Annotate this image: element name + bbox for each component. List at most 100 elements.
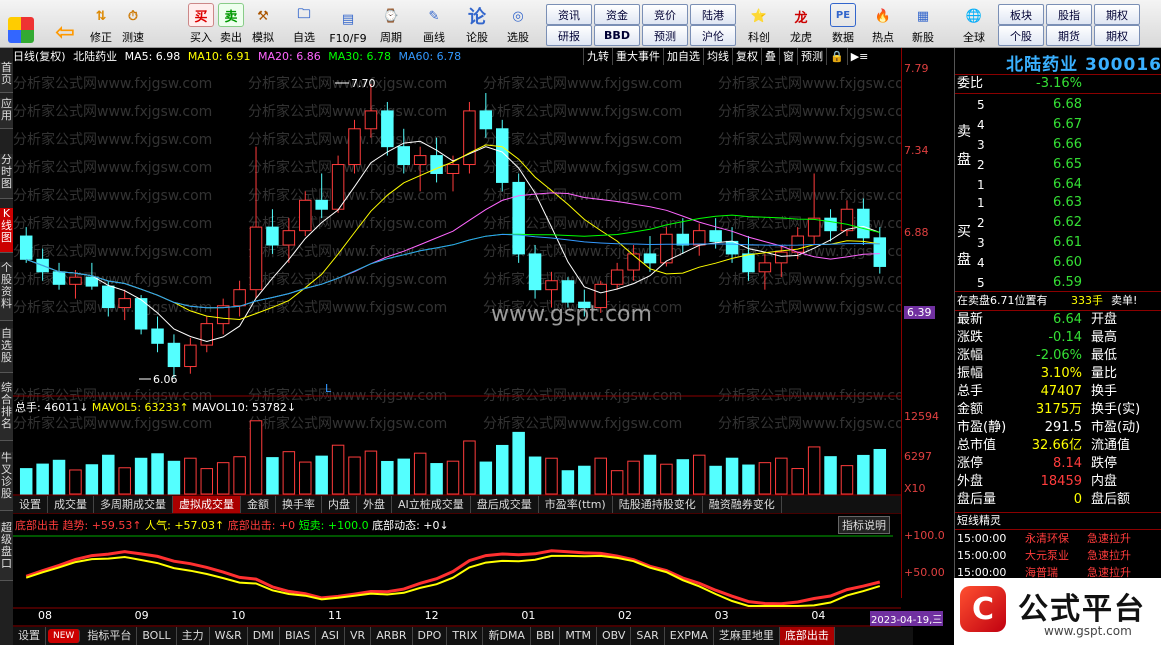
toolbar-speed-button[interactable]: ⏱ 测速 bbox=[116, 2, 150, 45]
toolbar-global-button[interactable]: 🌐 全球 bbox=[954, 2, 994, 45]
toolbar-data-button[interactable]: PE 数据 bbox=[826, 2, 860, 45]
bid-row[interactable]: 4 6.60 bbox=[955, 254, 1161, 272]
tool-add-watch[interactable]: 加自选 bbox=[663, 48, 703, 65]
ask-row[interactable]: 5 6.68 bbox=[955, 96, 1161, 114]
vtab-pe[interactable]: 市盈率(ttm) bbox=[539, 496, 613, 513]
news-button[interactable]: 资讯 bbox=[546, 4, 592, 25]
vtab-ai[interactable]: AI立桩成交量 bbox=[392, 496, 471, 513]
indicator-help-button[interactable]: 指标说明 bbox=[838, 516, 890, 534]
tab-timeshare[interactable]: 分时图 bbox=[0, 154, 13, 199]
toolbar-dragon-button[interactable]: 龙龙虎 bbox=[784, 2, 818, 45]
toolbar-star-button[interactable]: ⭐ 科创 bbox=[742, 2, 776, 45]
options2-button[interactable]: 期权 bbox=[1094, 25, 1140, 46]
tool-window[interactable]: 窗 bbox=[779, 48, 797, 65]
tab-watchlist[interactable]: 自选股 bbox=[0, 328, 13, 373]
vtab-outer[interactable]: 外盘 bbox=[357, 496, 392, 513]
ask-row[interactable]: 1 6.64 bbox=[955, 176, 1161, 194]
vtab-turnover[interactable]: 换手率 bbox=[276, 496, 322, 513]
itab-settings[interactable]: 设置 bbox=[13, 627, 46, 645]
hk-connect-button[interactable]: 陆港 bbox=[690, 4, 736, 25]
vtab-settings[interactable]: 设置 bbox=[13, 496, 48, 513]
itab-dmi[interactable]: DMI bbox=[248, 627, 280, 645]
ask-row[interactable]: 4 6.67 bbox=[955, 116, 1161, 134]
itab-platform[interactable]: 指标平台 bbox=[82, 627, 138, 645]
toolbar-buy-button[interactable]: 买买入 bbox=[186, 2, 216, 45]
tool-forecast[interactable]: 预测 bbox=[797, 48, 826, 65]
itab-custom[interactable]: 芝麻里地里 bbox=[714, 627, 780, 645]
ask-row[interactable]: 3 6.66 bbox=[955, 136, 1161, 154]
itab-bias[interactable]: BIAS bbox=[280, 627, 317, 645]
toolbar-back-button[interactable]: ⇦ bbox=[50, 2, 80, 46]
vtab-inner[interactable]: 内盘 bbox=[322, 496, 357, 513]
vtab-virtual[interactable]: 虚拟成交量 bbox=[173, 496, 241, 513]
toolbar-f10-button[interactable]: ▤ F10/F9 bbox=[326, 2, 370, 46]
futures-button[interactable]: 期货 bbox=[1046, 25, 1092, 46]
itab-dma[interactable]: 新DMA bbox=[483, 627, 531, 645]
toolbar-sell-button[interactable]: 卖卖出 bbox=[216, 2, 246, 45]
tab-super-board[interactable]: 超级盘口 bbox=[0, 522, 13, 581]
itab-arbr[interactable]: ARBR bbox=[371, 627, 413, 645]
auction-button[interactable]: 竞价 bbox=[642, 4, 688, 25]
period-label[interactable]: 日线(复权) bbox=[13, 50, 66, 63]
itab-obv[interactable]: OBV bbox=[597, 627, 632, 645]
itab-vr[interactable]: VR bbox=[345, 627, 372, 645]
funds-button[interactable]: 资金 bbox=[594, 4, 640, 25]
itab-trix[interactable]: TRIX bbox=[447, 627, 484, 645]
menu-arrow-icon[interactable]: ▶≡ bbox=[846, 48, 872, 65]
itab-dpo[interactable]: DPO bbox=[413, 627, 448, 645]
tab-diagnosis[interactable]: 牛叉诊股 bbox=[0, 452, 13, 511]
bbd-button[interactable]: BBD bbox=[594, 25, 640, 46]
vtab-amount[interactable]: 金额 bbox=[241, 496, 276, 513]
tool-adjust[interactable]: 复权 bbox=[732, 48, 761, 65]
toolbar-sim-button[interactable]: ⚒ 模拟 bbox=[248, 2, 278, 45]
toolbar-period-button[interactable]: ⌚ 周期 bbox=[372, 2, 410, 45]
tool-overlay[interactable]: 叠 bbox=[761, 48, 779, 65]
toolbar-grid-button[interactable] bbox=[6, 2, 36, 45]
tool-events[interactable]: 重大事件 bbox=[612, 48, 663, 65]
itab-wr[interactable]: W&R bbox=[210, 627, 248, 645]
itab-boll[interactable]: BOLL bbox=[137, 627, 177, 645]
toolbar-draw-button[interactable]: ✎ 画线 bbox=[416, 2, 452, 45]
itab-sar[interactable]: SAR bbox=[631, 627, 665, 645]
tool-nine-turn[interactable]: 九转 bbox=[583, 48, 612, 65]
vtab-after[interactable]: 盘后成交量 bbox=[471, 496, 539, 513]
toolbar-watchlist-button[interactable]: 🗀 自选 bbox=[286, 2, 322, 45]
tab-home[interactable]: 首页 bbox=[0, 62, 13, 93]
itab-expma[interactable]: EXPMA bbox=[665, 627, 714, 645]
bid-row[interactable]: 1 6.63 bbox=[955, 194, 1161, 212]
bid-row[interactable]: 2 6.62 bbox=[955, 214, 1161, 232]
lock-icon[interactable]: 🔒 bbox=[826, 48, 847, 65]
tab-ranking[interactable]: 综合排名 bbox=[0, 382, 13, 441]
shanghai-london-button[interactable]: 沪伦 bbox=[690, 25, 736, 46]
tool-ma[interactable]: 均线 bbox=[703, 48, 732, 65]
vtab-connect[interactable]: 陆股通持股变化 bbox=[613, 496, 703, 513]
toolbar-select-button[interactable]: ◎ 选股 bbox=[500, 2, 536, 45]
options-button[interactable]: 期权 bbox=[1094, 4, 1140, 25]
itab-main[interactable]: 主力 bbox=[177, 627, 210, 645]
tab-apps[interactable]: 应用 bbox=[0, 98, 13, 129]
toolbar-forum-button[interactable]: 论论股 bbox=[462, 2, 492, 45]
short-item[interactable]: 15:00:00 大元泵业 急速拉升 bbox=[955, 547, 1161, 564]
forecast-button[interactable]: 预测 bbox=[642, 25, 688, 46]
toolbar-fix-button[interactable]: ⇅ 修正 bbox=[86, 2, 116, 45]
itab-mtm[interactable]: MTM bbox=[560, 627, 598, 645]
ask-row[interactable]: 2 6.65 bbox=[955, 156, 1161, 174]
vtab-multi[interactable]: 多周期成交量 bbox=[94, 496, 173, 513]
kline-chart[interactable]: 分析家公式网www.fxjgsw.com 分析家公式网www.fxjgsw.com… bbox=[13, 48, 901, 645]
index-futures-button[interactable]: 股指 bbox=[1046, 4, 1092, 25]
sector-button[interactable]: 板块 bbox=[998, 4, 1044, 25]
itab-bbi[interactable]: BBI bbox=[531, 627, 561, 645]
vtab-margin[interactable]: 融资融券变化 bbox=[703, 496, 782, 513]
bid-row[interactable]: 3 6.61 bbox=[955, 234, 1161, 252]
vtab-volume[interactable]: 成交量 bbox=[48, 496, 94, 513]
toolbar-ipo-button[interactable]: ▦ 新股 bbox=[906, 2, 940, 45]
bid-row[interactable]: 5 6.59 bbox=[955, 274, 1161, 292]
itab-asi[interactable]: ASI bbox=[316, 627, 346, 645]
itab-bottom[interactable]: 底部出击 bbox=[779, 627, 835, 645]
stock-options-button[interactable]: 个股 bbox=[998, 25, 1044, 46]
toolbar-hot-button[interactable]: 🔥 热点 bbox=[866, 2, 900, 45]
short-item[interactable]: 15:00:00 永清环保 急速拉升 bbox=[955, 530, 1161, 547]
tab-stock-info[interactable]: 个股资料 bbox=[0, 262, 13, 321]
tab-kline[interactable]: K线图 bbox=[0, 208, 13, 253]
research-button[interactable]: 研报 bbox=[546, 25, 592, 46]
